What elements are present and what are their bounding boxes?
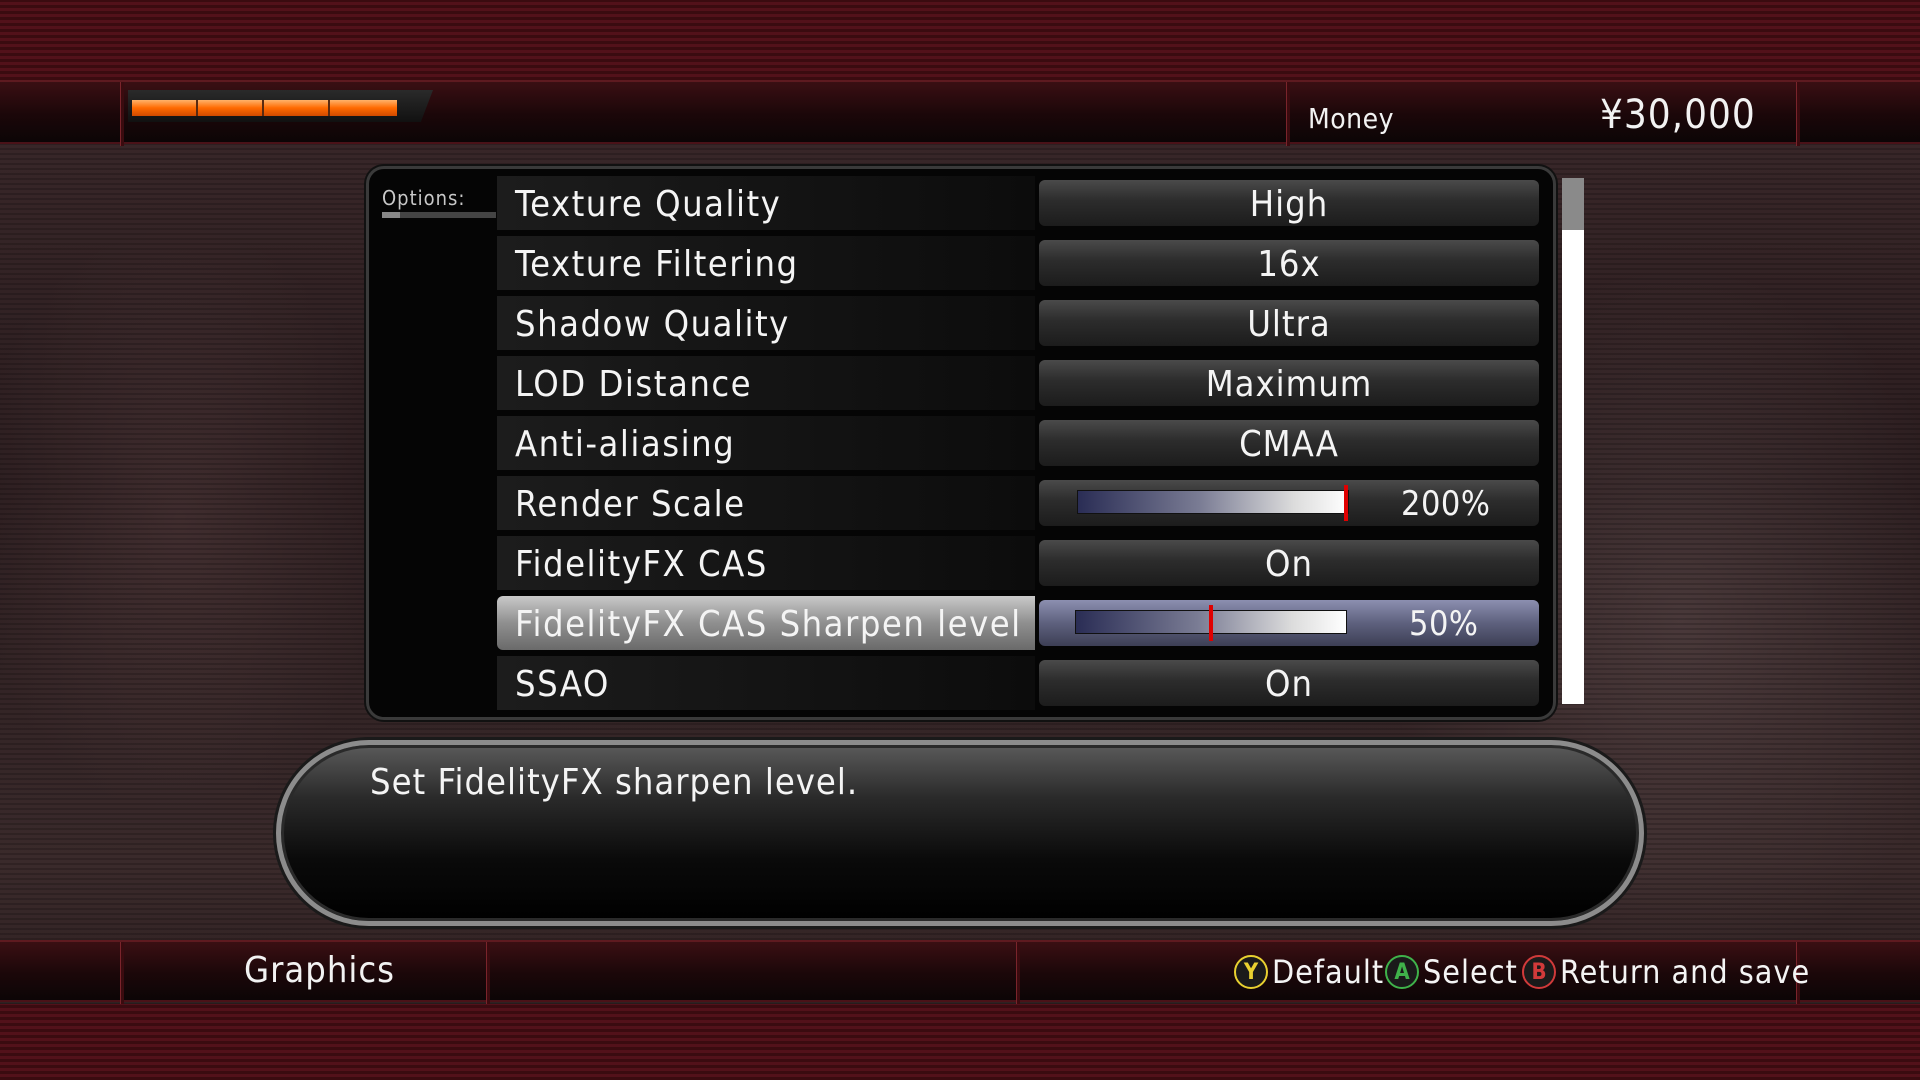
- health-bar: [132, 100, 397, 116]
- slider-value: 200%: [1401, 484, 1491, 524]
- option-name: FidelityFX CAS Sharpen level: [515, 604, 1022, 645]
- hud-divider: [120, 82, 124, 146]
- option-value: CMAA: [1239, 424, 1339, 465]
- slider-marker[interactable]: [1344, 485, 1348, 521]
- option-value: Maximum: [1205, 364, 1373, 405]
- option-value: Ultra: [1247, 304, 1331, 345]
- options-label: Options:: [382, 186, 466, 210]
- bottom-divider: [1016, 942, 1020, 1004]
- option-value: 16x: [1257, 244, 1321, 285]
- health-bar-segment-tick: [328, 100, 330, 116]
- options-scrollbar[interactable]: [1562, 178, 1584, 704]
- bottom-red-band: [0, 1004, 1920, 1080]
- option-row-shadow-quality[interactable]: Shadow Quality Ultra: [497, 296, 1539, 350]
- option-row-texture-filtering[interactable]: Texture Filtering 16x: [497, 236, 1539, 290]
- render-scale-slider[interactable]: [1077, 485, 1349, 521]
- option-value: On: [1264, 664, 1314, 705]
- money-value: ¥30,000: [1600, 92, 1756, 138]
- option-name: Shadow Quality: [515, 304, 790, 345]
- option-name: Texture Filtering: [515, 244, 799, 285]
- option-row-fidelityfx-cas[interactable]: FidelityFX CAS On: [497, 536, 1539, 590]
- select-button-hint[interactable]: A Select: [1385, 952, 1518, 992]
- bottom-divider: [120, 942, 124, 1004]
- default-hint-label: Default: [1272, 953, 1385, 991]
- slider-value: 50%: [1409, 604, 1479, 644]
- option-row-lod-distance[interactable]: LOD Distance Maximum: [497, 356, 1539, 410]
- hud-divider: [1796, 82, 1800, 146]
- options-label-underline: [382, 212, 496, 218]
- sharpen-level-slider[interactable]: [1075, 605, 1347, 641]
- option-row-anti-aliasing[interactable]: Anti-aliasing CMAA: [497, 416, 1539, 470]
- return-and-save-button-hint[interactable]: B Return and save: [1522, 952, 1810, 992]
- y-button-icon: Y: [1234, 955, 1268, 989]
- bottom-divider: [486, 942, 490, 1004]
- health-bar-segment-tick: [262, 100, 264, 116]
- top-red-band: [0, 0, 1920, 80]
- health-bar-segment-tick: [196, 100, 198, 116]
- option-row-ssao[interactable]: SSAO On: [497, 656, 1539, 710]
- option-name: FidelityFX CAS: [515, 544, 768, 585]
- option-row-fidelityfx-cas-sharpen-level[interactable]: FidelityFX CAS Sharpen level 50%: [497, 596, 1539, 650]
- option-name: SSAO: [515, 664, 610, 705]
- b-button-icon: B: [1522, 955, 1556, 989]
- money-label: Money: [1308, 102, 1395, 135]
- description-text: Set FidelityFX sharpen level.: [370, 762, 859, 803]
- select-hint-label: Select: [1423, 953, 1518, 991]
- option-name: Anti-aliasing: [515, 424, 736, 465]
- default-button-hint[interactable]: Y Default: [1234, 952, 1384, 992]
- option-row-texture-quality[interactable]: Texture Quality High: [497, 176, 1539, 230]
- hud-divider: [1286, 82, 1290, 146]
- option-name: Render Scale: [515, 484, 746, 525]
- a-button-icon: A: [1385, 955, 1419, 989]
- option-name: LOD Distance: [515, 364, 753, 405]
- option-row-render-scale[interactable]: Render Scale 200%: [497, 476, 1539, 530]
- option-value: On: [1264, 544, 1314, 585]
- return-and-save-hint-label: Return and save: [1560, 953, 1811, 991]
- option-value: High: [1249, 184, 1329, 225]
- options-scrollbar-thumb[interactable]: [1562, 178, 1584, 230]
- section-title: Graphics: [244, 950, 396, 991]
- option-name: Texture Quality: [515, 184, 782, 225]
- slider-marker[interactable]: [1209, 605, 1213, 641]
